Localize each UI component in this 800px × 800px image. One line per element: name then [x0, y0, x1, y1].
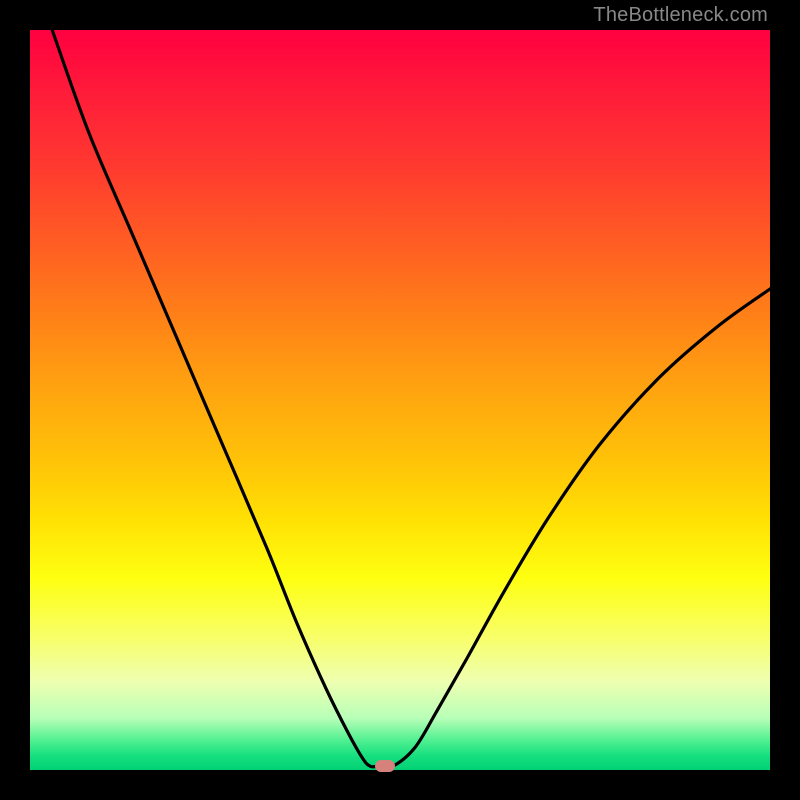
- plot-area: [30, 30, 770, 770]
- bottleneck-curve: [30, 30, 770, 770]
- outer-frame: TheBottleneck.com: [0, 0, 800, 800]
- curve-minimum-marker: [375, 760, 395, 772]
- watermark-text: TheBottleneck.com: [593, 4, 768, 27]
